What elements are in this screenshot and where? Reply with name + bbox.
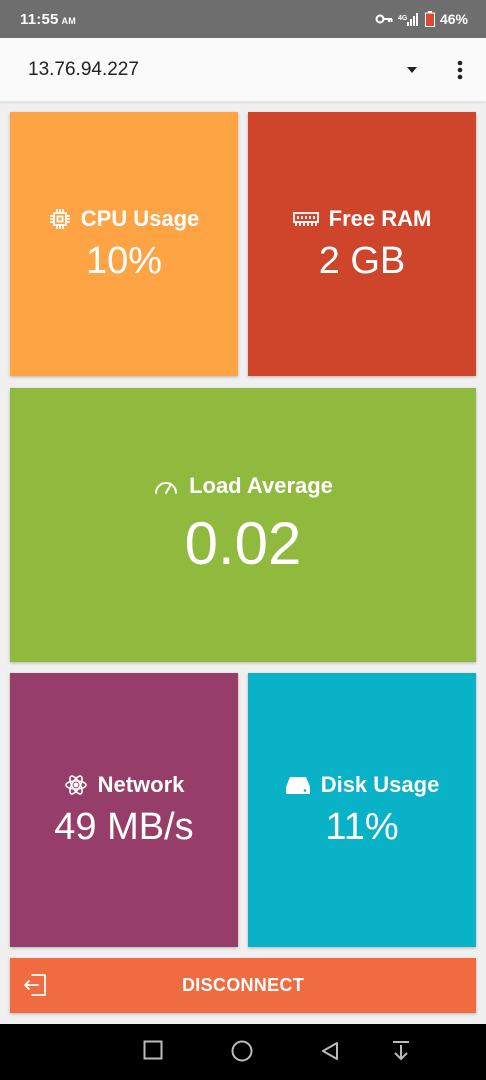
disk-usage-value: 11% bbox=[325, 805, 399, 848]
navigation-bar bbox=[0, 1024, 486, 1080]
speedometer-icon bbox=[153, 477, 179, 495]
network-label: Network bbox=[97, 771, 185, 797]
network-header: Network bbox=[64, 771, 185, 798]
down-arrow-icon[interactable] bbox=[391, 1040, 411, 1067]
battery-icon bbox=[424, 11, 435, 27]
chip-icon bbox=[49, 208, 71, 230]
disconnect-button[interactable]: DISCONNECT bbox=[10, 958, 476, 1013]
svg-text:4G: 4G bbox=[398, 15, 408, 22]
status-ampm: AM bbox=[61, 15, 76, 26]
key-icon bbox=[375, 13, 393, 25]
cpu-usage-header: CPU Usage bbox=[49, 205, 200, 232]
status-time: 11:55 AM bbox=[20, 10, 76, 28]
memory-icon bbox=[292, 211, 319, 227]
server-host-label[interactable]: 13.76.94.227 bbox=[28, 59, 139, 81]
load-average-label: Load Average bbox=[189, 472, 333, 498]
free-ram-value: 2 GB bbox=[318, 239, 406, 282]
disk-usage-label: Disk Usage bbox=[320, 771, 440, 797]
disk-usage-tile[interactable]: Disk Usage 11% bbox=[248, 673, 476, 947]
circle-icon[interactable] bbox=[231, 1040, 253, 1067]
signal-icon: 4G bbox=[398, 12, 420, 26]
caret-down-icon[interactable] bbox=[402, 62, 422, 78]
cpu-usage-label: CPU Usage bbox=[80, 205, 200, 231]
triangle-back-icon[interactable] bbox=[320, 1041, 340, 1066]
cpu-usage-tile[interactable]: CPU Usage 10% bbox=[10, 112, 238, 376]
disconnect-label: DISCONNECT bbox=[181, 975, 304, 995]
load-average-value: 0.02 bbox=[184, 509, 302, 577]
load-average-header: Load Average bbox=[153, 473, 333, 499]
atom-icon bbox=[64, 773, 88, 797]
network-tile[interactable]: Network 49 MB/s bbox=[10, 673, 238, 947]
more-vert-icon[interactable] bbox=[448, 58, 472, 82]
battery-percent: 46% bbox=[439, 11, 468, 27]
network-value: 49 MB/s bbox=[54, 805, 194, 848]
status-bar: 11:55 AM 4G 46% bbox=[0, 0, 486, 38]
exit-icon bbox=[22, 972, 48, 1003]
status-icons: 4G 46% bbox=[375, 11, 468, 27]
free-ram-header: Free RAM bbox=[292, 205, 432, 232]
app-bar: 13.76.94.227 bbox=[0, 38, 486, 102]
square-icon[interactable] bbox=[143, 1040, 163, 1065]
free-ram-label: Free RAM bbox=[328, 205, 432, 231]
hard-drive-icon bbox=[285, 775, 311, 795]
free-ram-tile[interactable]: Free RAM 2 GB bbox=[248, 112, 476, 376]
cpu-usage-value: 10% bbox=[85, 239, 163, 282]
disk-usage-header: Disk Usage bbox=[285, 771, 440, 798]
load-average-tile[interactable]: Load Average 0.02 bbox=[10, 388, 476, 662]
